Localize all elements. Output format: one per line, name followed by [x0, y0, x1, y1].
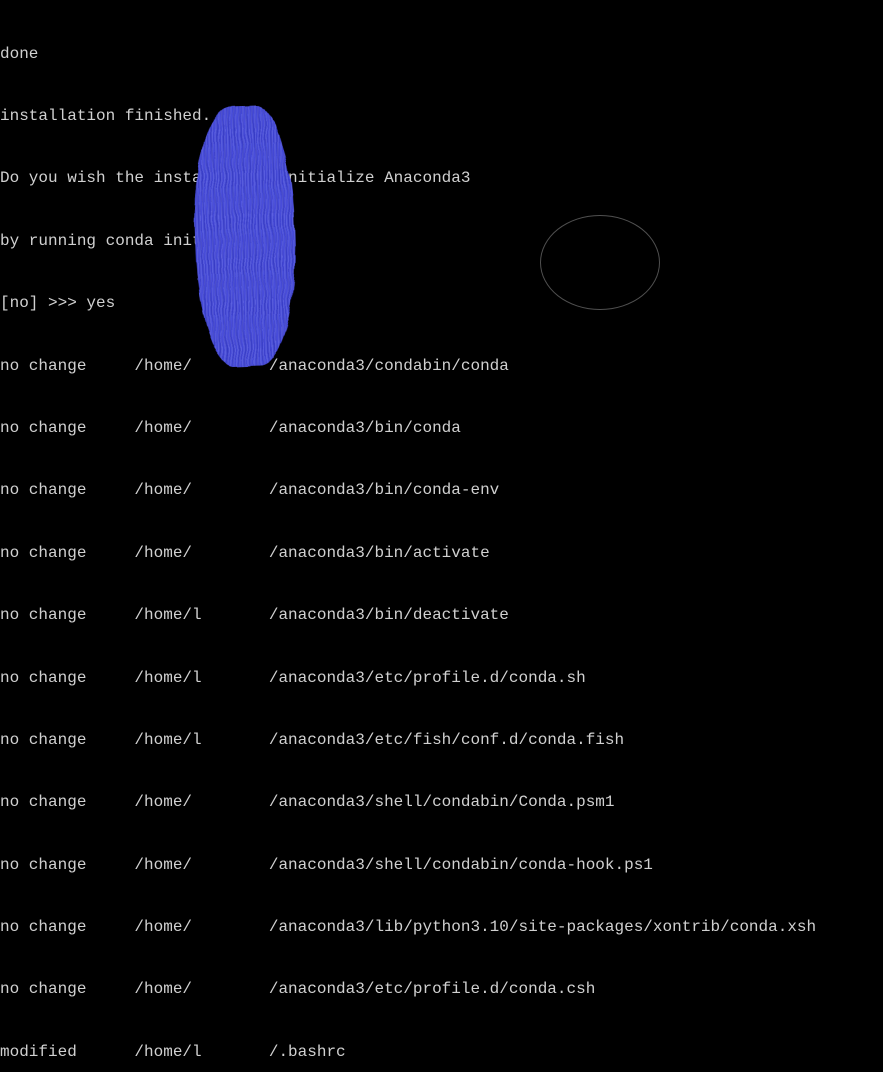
terminal-line: no change /home/l /anaconda3/bin/deactiv… — [0, 605, 883, 626]
terminal-line: Do you wish the installer to initialize … — [0, 168, 883, 189]
terminal-line: no change /home/ /anaconda3/bin/activate — [0, 543, 883, 564]
terminal-line: no change /home/ /anaconda3/lib/python3.… — [0, 917, 883, 938]
terminal-line: done — [0, 44, 883, 65]
terminal-line: no change /home/ /anaconda3/shell/condab… — [0, 792, 883, 813]
terminal-line: by running conda init? [yes|no] — [0, 231, 883, 252]
terminal-line: no change /home/ /anaconda3/bin/conda-en… — [0, 480, 883, 501]
terminal-line: no change /home/ /anaconda3/bin/conda — [0, 418, 883, 439]
terminal-output[interactable]: done installation finished. Do you wish … — [0, 2, 883, 1072]
terminal-prompt-line: [no] >>> yes — [0, 293, 883, 314]
terminal-line: no change /home/l /anaconda3/etc/profile… — [0, 668, 883, 689]
redaction-overlay — [190, 104, 299, 367]
terminal-line: no change /home/l /anaconda3/etc/fish/co… — [0, 730, 883, 751]
terminal-line: modified /home/l /.bashrc — [0, 1042, 883, 1063]
terminal-line: installation finished. — [0, 106, 883, 127]
terminal-line: no change /home/ /anaconda3/etc/profile.… — [0, 979, 883, 1000]
terminal-line: no change /home/ /anaconda3/shell/condab… — [0, 855, 883, 876]
terminal-line: no change /home/ /anaconda3/condabin/con… — [0, 356, 883, 377]
